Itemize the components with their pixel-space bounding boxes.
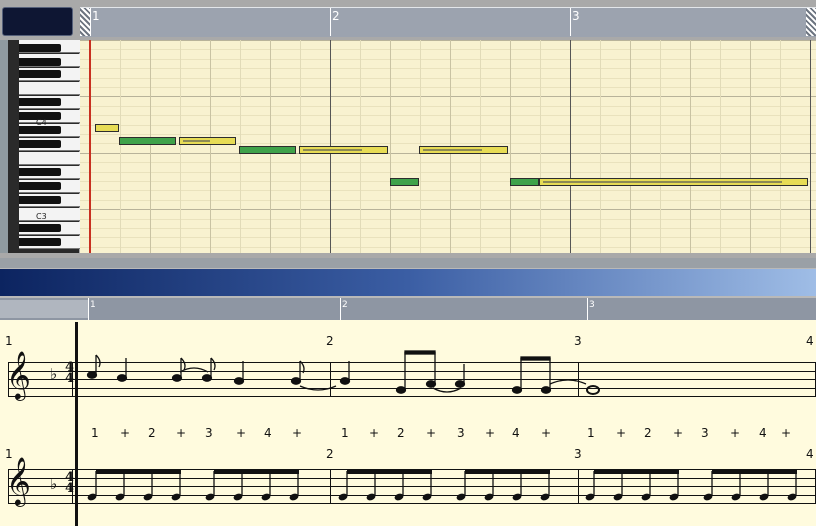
grid-row-line [80,105,816,107]
ruler-bar-1: 1 [92,9,100,23]
midi-note[interactable] [538,178,808,186]
info-display [2,7,73,36]
horizontal-scrollbar[interactable] [0,258,816,268]
grid-beat-line [720,40,721,253]
midi-note[interactable] [510,178,539,186]
grid-row-line [80,134,816,135]
grid-row-line [80,87,816,88]
staff2-notes[interactable] [0,320,816,526]
score-ruler-bar-1: 1 [90,300,96,310]
black-key[interactable] [19,140,61,148]
timeline-ruler[interactable]: 1 2 3 [80,7,816,37]
key-label-c4: C4 [36,118,47,127]
grid-beat-line [180,40,181,253]
grid-row-line [80,246,816,248]
note-beam [594,470,679,474]
midi-note[interactable] [94,124,119,132]
grid-row-line [80,162,816,164]
score-ruler-bar-3: 3 [589,300,595,310]
note-grid[interactable] [80,40,816,253]
black-key[interactable] [19,98,61,106]
white-key[interactable] [19,208,85,221]
black-key[interactable] [19,58,61,66]
black-key[interactable] [19,44,61,52]
midi-note[interactable] [298,146,388,154]
grid-row-line [80,209,816,211]
grid-beat-line [780,40,781,253]
black-key[interactable] [19,168,61,176]
grid-row-line [80,228,816,229]
grid-beat-line [510,40,511,253]
black-key[interactable] [19,238,61,246]
grid-row-line [80,124,816,126]
white-key[interactable] [19,82,85,95]
ruler-bar-3: 3 [572,9,580,23]
black-key[interactable] [19,182,61,190]
grid-beat-line [630,40,631,253]
grid-row-line [80,96,816,98]
grid-beat-line [540,40,541,253]
black-key[interactable] [19,126,61,134]
black-key[interactable] [19,224,61,232]
black-key[interactable] [19,196,61,204]
note-beam [465,470,550,474]
grid-beat-line [810,40,811,253]
playback-cursor[interactable] [89,40,91,253]
grid-row-line [80,171,816,173]
grid-beat-line [210,40,211,253]
ruler-right-handle[interactable] [806,8,816,36]
grid-beat-line [660,40,661,253]
grid-row-line [80,199,816,201]
grid-beat-line [120,40,121,253]
grid-row-line [80,190,816,192]
grid-row-line [80,218,816,220]
midi-note[interactable] [390,178,419,186]
note-beam [712,470,797,474]
score-window-titlebar [0,269,816,296]
score-ruler-bar-2: 2 [342,300,348,310]
grid-beat-line [570,40,571,253]
midi-note[interactable] [178,137,237,145]
grid-row-line [80,115,816,117]
grid-row-line [80,68,816,70]
white-key[interactable] [19,152,85,165]
piano-keyboard[interactable]: C4 C3 [8,40,85,253]
grid-row-line [80,237,816,239]
grid-beat-line [390,40,391,253]
key-label-c3: C3 [36,212,47,221]
grid-row-line [80,40,816,41]
ruler-bar-2: 2 [332,9,340,23]
score-cursor[interactable] [75,322,78,526]
grid-row-line [80,49,816,51]
grid-row-line [80,77,816,79]
grid-row-line [80,58,816,60]
note-beam [96,470,181,474]
grid-beat-line [600,40,601,253]
grid-beat-line [690,40,691,253]
score-ruler[interactable]: 1 2 3 [0,298,816,320]
keyboard-side-strip [0,40,8,253]
midi-note[interactable] [238,146,297,154]
grid-beat-line [750,40,751,253]
midi-note[interactable] [118,137,177,145]
note-beam [347,470,432,474]
midi-note[interactable] [418,146,508,154]
score-page[interactable]: 1 2 3 4 𝄞 ♭ 44 1 + 2 + 3 + 4 + 1 + 2 + 3… [0,320,816,526]
ruler-left-handle[interactable] [80,8,90,36]
grid-beat-line [150,40,151,253]
black-key[interactable] [19,70,61,78]
note-beam [214,470,299,474]
